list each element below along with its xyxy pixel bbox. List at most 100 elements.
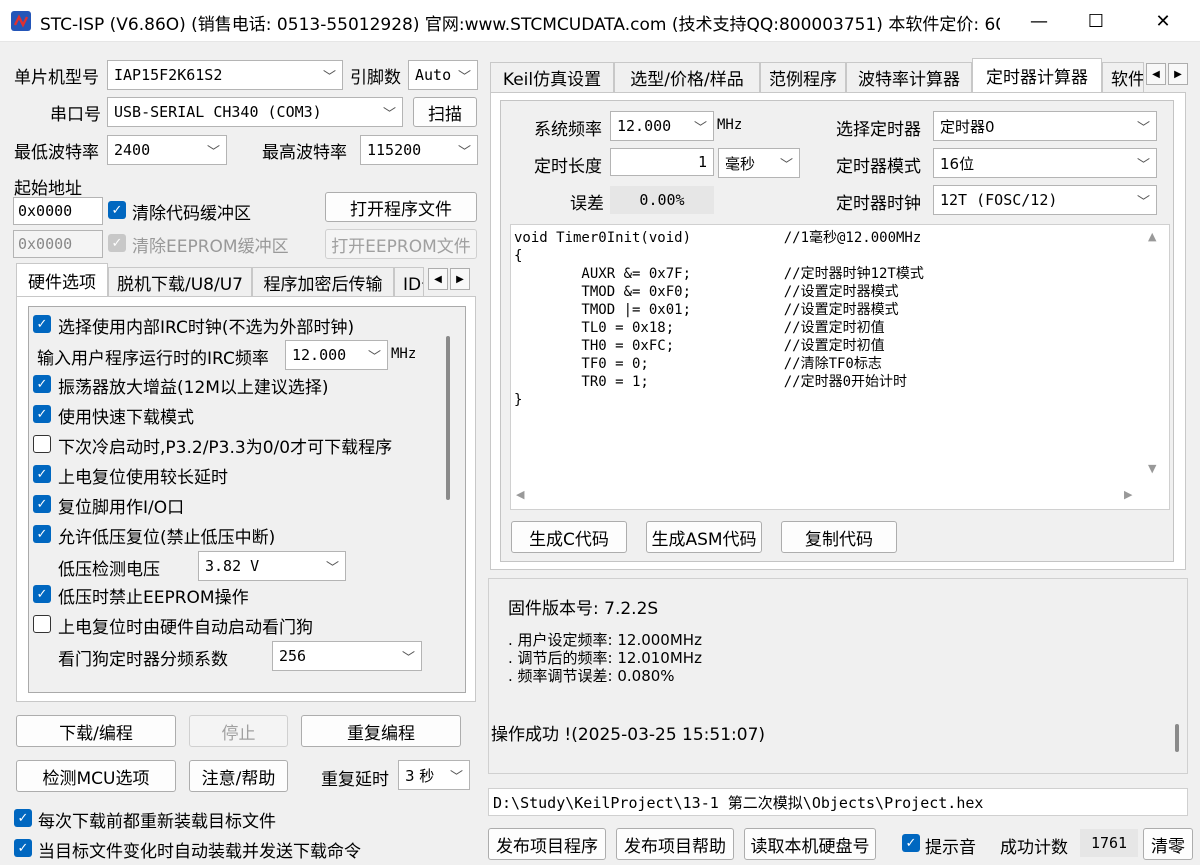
tab-hardware-options[interactable]: 硬件选项 xyxy=(16,263,108,297)
tab-offline-download[interactable]: 脱机下载/U8/U7 xyxy=(108,267,252,297)
title-bar: STC-ISP (V6.86O) (销售电话: 0513-55012928) 官… xyxy=(0,0,1200,42)
close-button[interactable]: ✕ xyxy=(1140,0,1186,42)
low-voltage-reset-checkbox[interactable]: ✓ xyxy=(33,525,51,543)
lvd-voltage-select[interactable]: 3.82 V ﹀ xyxy=(198,551,346,581)
sysfreq-select[interactable]: 12.000 ﹀ xyxy=(610,111,714,141)
irc-clock-checkbox[interactable]: ✓ xyxy=(33,315,51,333)
irc-freq-value: 12.000 xyxy=(292,346,347,364)
help-button[interactable]: 注意/帮助 xyxy=(189,760,288,792)
chevron-down-icon: ﹀ xyxy=(457,70,471,85)
port-select[interactable]: USB-SERIAL CH340 (COM3) ﹀ xyxy=(107,97,403,127)
generate-c-button[interactable]: 生成C代码 xyxy=(511,521,627,553)
sysfreq-value: 12.000 xyxy=(617,117,672,135)
auto-send-checkbox[interactable]: ✓ xyxy=(14,839,32,857)
duration-label: 定时长度 xyxy=(534,157,602,177)
start-address-label: 起始地址 xyxy=(14,179,82,199)
low-voltage-reset-label: 允许低压复位(禁止低压中断) xyxy=(58,528,276,548)
clear-code-label: 清除代码缓冲区 xyxy=(132,204,251,224)
tab-examples[interactable]: 范例程序 xyxy=(760,62,846,92)
clear-count-button[interactable]: 清零 xyxy=(1143,828,1193,860)
tab-scroll-right-icon[interactable]: ▶ xyxy=(450,268,470,290)
success-count-value: 1761 xyxy=(1080,829,1138,857)
osc-gain-checkbox[interactable]: ✓ xyxy=(33,375,51,393)
duration-unit-select[interactable]: 毫秒 ﹀ xyxy=(718,148,800,178)
long-reset-checkbox[interactable]: ✓ xyxy=(33,465,51,483)
repeat-delay-value: 3 秒 xyxy=(405,766,435,785)
minimize-button[interactable]: — xyxy=(1016,0,1062,42)
publish-help-button[interactable]: 发布项目帮助 xyxy=(616,828,734,860)
mcu-type-value: IAP15F2K61S2 xyxy=(114,66,223,84)
tab-timer-calculator[interactable]: 定时器计算器 xyxy=(972,58,1102,92)
duration-unit-value: 毫秒 xyxy=(725,154,756,173)
wdt-auto-checkbox[interactable] xyxy=(33,615,51,633)
duration-input[interactable]: 1 xyxy=(610,148,714,176)
tab-encrypted-transfer[interactable]: 程序加密后传输 xyxy=(252,267,394,297)
cold-start-checkbox[interactable] xyxy=(33,435,51,453)
tab-keil-sim[interactable]: Keil仿真设置 xyxy=(490,62,614,92)
fast-download-checkbox[interactable]: ✓ xyxy=(33,405,51,423)
tab-baud-calculator[interactable]: 波特率计算器 xyxy=(846,62,972,92)
close-icon: ✕ xyxy=(1155,10,1171,32)
eeprom-address-input[interactable]: 0x0000 xyxy=(13,230,103,258)
scroll-right-icon[interactable]: ▶ xyxy=(1124,488,1132,501)
generate-asm-button[interactable]: 生成ASM代码 xyxy=(646,521,762,553)
reset-io-checkbox[interactable]: ✓ xyxy=(33,495,51,513)
options-scrollbar[interactable] xyxy=(446,336,450,500)
scan-button[interactable]: 扫描 xyxy=(413,97,477,127)
check-mcu-button[interactable]: 检测MCU选项 xyxy=(16,760,176,792)
generated-code[interactable]: void Timer0Init(void) //1毫秒@12.000MHz { … xyxy=(514,229,1142,485)
timer-clock-value: 12T (FOSC/12) xyxy=(940,191,1058,209)
reprogram-button[interactable]: 重复编程 xyxy=(301,715,461,747)
chevron-down-icon: ﹀ xyxy=(779,158,793,173)
chevron-down-icon: ﹀ xyxy=(382,107,396,122)
maximize-button[interactable]: ☐ xyxy=(1073,0,1119,42)
stop-button[interactable]: 停止 xyxy=(189,715,288,747)
max-baud-select[interactable]: 115200 ﹀ xyxy=(360,135,478,165)
tab-id[interactable]: ID号 xyxy=(394,267,424,297)
maximize-icon: ☐ xyxy=(1087,10,1105,32)
tab-selection-price[interactable]: 选型/价格/样品 xyxy=(614,62,760,92)
min-baud-select[interactable]: 2400 ﹀ xyxy=(107,135,227,165)
clear-code-checkbox[interactable]: ✓ xyxy=(108,201,126,219)
fast-download-label: 使用快速下载模式 xyxy=(58,408,194,428)
beep-label: 提示音 xyxy=(925,838,976,858)
lv-eeprom-checkbox[interactable]: ✓ xyxy=(33,585,51,603)
scroll-down-icon[interactable]: ▼ xyxy=(1148,462,1156,475)
wdt-divider-select[interactable]: 256 ﹀ xyxy=(272,641,422,671)
tab-scroll-left-icon[interactable]: ◀ xyxy=(428,268,448,290)
scroll-left-icon[interactable]: ◀ xyxy=(516,488,524,501)
pins-select[interactable]: Auto ﹀ xyxy=(408,60,478,90)
select-timer-value: 定时器0 xyxy=(940,117,995,136)
download-button[interactable]: 下载/编程 xyxy=(16,715,176,747)
select-timer-select[interactable]: 定时器0 ﹀ xyxy=(933,111,1157,141)
chevron-down-icon: ﹀ xyxy=(1136,121,1150,136)
log-scrollbar[interactable] xyxy=(1175,724,1179,752)
chevron-down-icon: ﹀ xyxy=(457,145,471,160)
timer-mode-select[interactable]: 16位 ﹀ xyxy=(933,148,1157,178)
timer-clock-select[interactable]: 12T (FOSC/12) ﹀ xyxy=(933,185,1157,215)
window-title: STC-ISP (V6.86O) (销售电话: 0513-55012928) 官… xyxy=(40,15,1000,35)
repeat-delay-select[interactable]: 3 秒 ﹀ xyxy=(398,760,470,790)
reload-checkbox[interactable]: ✓ xyxy=(14,809,32,827)
publish-project-button[interactable]: 发布项目程序 xyxy=(488,828,606,860)
open-eeprom-button[interactable]: 打开EEPROM文件 xyxy=(325,229,477,259)
repeat-delay-label: 重复延时 xyxy=(321,770,389,790)
lvd-voltage-label: 低压检测电压 xyxy=(58,560,160,580)
read-disk-id-button[interactable]: 读取本机硬盘号 xyxy=(744,828,876,860)
scroll-up-icon[interactable]: ▲ xyxy=(1148,230,1156,243)
success-count-label: 成功计数 xyxy=(1000,838,1068,858)
tab-software[interactable]: 软件 xyxy=(1102,62,1144,92)
beep-checkbox[interactable]: ✓ xyxy=(902,834,920,852)
mcu-type-select[interactable]: IAP15F2K61S2 ﹀ xyxy=(107,60,343,90)
right-tab-scroll-left-icon[interactable]: ◀ xyxy=(1146,63,1166,85)
open-program-button[interactable]: 打开程序文件 xyxy=(325,192,477,222)
irc-freq-label: 输入用户程序运行时的IRC频率 xyxy=(37,349,269,369)
pins-label: 引脚数 xyxy=(350,68,401,88)
copy-code-button[interactable]: 复制代码 xyxy=(781,521,897,553)
code-address-input[interactable]: 0x0000 xyxy=(13,197,103,225)
auto-send-label: 当目标文件变化时自动装载并发送下载命令 xyxy=(38,842,361,862)
right-tab-scroll-right-icon[interactable]: ▶ xyxy=(1168,63,1188,85)
timer-mode-label: 定时器模式 xyxy=(836,157,921,177)
irc-freq-select[interactable]: 12.000 ﹀ xyxy=(285,340,388,370)
clear-eeprom-checkbox[interactable]: ✓ xyxy=(108,234,126,252)
